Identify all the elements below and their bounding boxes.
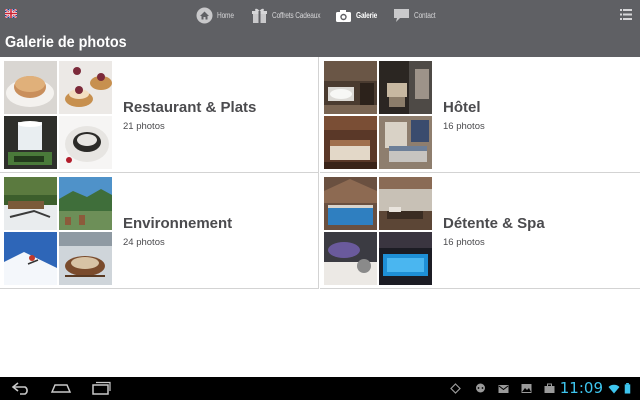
nav-coffrets-cadeaux[interactable]: Coffrets Cadeaux bbox=[250, 4, 331, 26]
gallery-card-hotel[interactable]: Hôtel 16 photos bbox=[320, 57, 640, 173]
gallery-card-environnement[interactable]: Environnement 24 photos bbox=[0, 173, 319, 289]
gallery-grid: Restaurant & Plats 21 photos Hôtel 16 ph… bbox=[0, 57, 640, 290]
nav-galerie-label: Galerie bbox=[356, 10, 378, 20]
thumbnail bbox=[324, 61, 377, 114]
battery-icon bbox=[624, 383, 631, 394]
gallery-card-title: Environnement bbox=[123, 215, 233, 232]
nav-contact[interactable]: Contact bbox=[392, 4, 440, 26]
nav-galerie[interactable]: Galerie bbox=[334, 4, 382, 26]
thumbnail bbox=[59, 61, 112, 114]
top-bar: Home Coffrets Cadeaux Galerie Contact Ga… bbox=[0, 0, 640, 57]
gift-icon bbox=[250, 6, 268, 24]
recent-apps-icon[interactable] bbox=[90, 381, 112, 395]
mail-icon bbox=[498, 385, 509, 393]
back-icon[interactable] bbox=[10, 381, 32, 395]
thumbnail bbox=[4, 232, 57, 285]
gallery-card-count: 24 photos bbox=[123, 237, 165, 248]
menu-list-icon[interactable] bbox=[620, 9, 632, 20]
gallery-card-count: 16 photos bbox=[443, 121, 485, 132]
gps-icon bbox=[450, 383, 461, 394]
gallery-card-detente-spa[interactable]: Détente & Spa 16 photos bbox=[320, 173, 640, 289]
thumbnail bbox=[324, 177, 377, 230]
gallery-icon bbox=[521, 384, 532, 393]
chat-bubble-icon bbox=[392, 6, 410, 24]
thumbnail bbox=[4, 116, 57, 169]
gallery-card-restaurant[interactable]: Restaurant & Plats 21 photos bbox=[0, 57, 319, 173]
status-clock: 11:09 bbox=[559, 379, 603, 397]
gallery-card-title: Détente & Spa bbox=[443, 215, 545, 232]
nav-coffrets-label: Coffrets Cadeaux bbox=[272, 10, 321, 20]
wifi-icon bbox=[608, 384, 620, 394]
thumbnail bbox=[59, 232, 112, 285]
thumbnail bbox=[59, 116, 112, 169]
nav-home[interactable]: Home bbox=[195, 4, 238, 26]
thumbnail bbox=[59, 177, 112, 230]
thumbnail bbox=[324, 116, 377, 169]
thumbnail bbox=[379, 116, 432, 169]
page-title: Galerie de photos bbox=[5, 34, 127, 51]
thumbnail bbox=[379, 61, 432, 114]
gallery-card-title: Hôtel bbox=[443, 99, 481, 116]
nav-home-label: Home bbox=[217, 10, 234, 20]
home-icon bbox=[195, 6, 213, 24]
camera-icon bbox=[334, 6, 352, 24]
nav-contact-label: Contact bbox=[414, 10, 436, 20]
gallery-card-title: Restaurant & Plats bbox=[123, 99, 257, 116]
thumbnail bbox=[4, 61, 57, 114]
thumbnail bbox=[379, 177, 432, 230]
gallery-card-count: 16 photos bbox=[443, 237, 485, 248]
briefcase-icon bbox=[544, 383, 555, 393]
gallery-card-count: 21 photos bbox=[123, 121, 165, 132]
chat-icon bbox=[476, 383, 485, 393]
thumbnail bbox=[324, 232, 377, 285]
thumbnail bbox=[379, 232, 432, 285]
thumbnail bbox=[4, 177, 57, 230]
home-icon[interactable] bbox=[50, 381, 72, 395]
system-navigation-bar: 11:09 bbox=[0, 377, 640, 400]
uk-flag-icon[interactable] bbox=[5, 9, 17, 18]
